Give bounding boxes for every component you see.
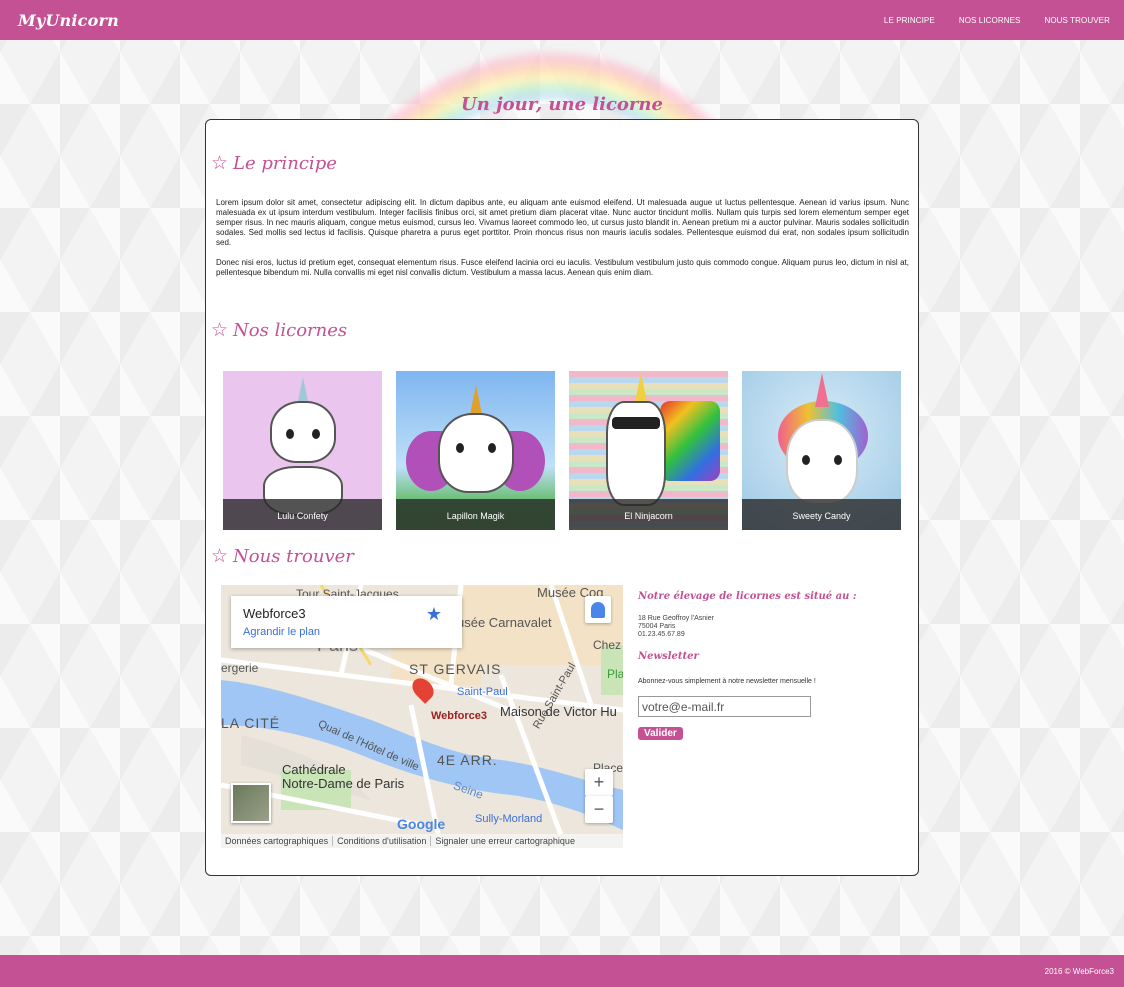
street-view-pegman-icon[interactable] (585, 596, 611, 623)
unicorn-name: Lulu Confety (223, 499, 382, 530)
address-block: 18 Rue Geoffroy l'Asnier 75004 Paris 01.… (638, 615, 714, 638)
copyright-text: 2016 © WebForce3 (1044, 966, 1114, 976)
brand-logo[interactable]: MyUnicorn (18, 11, 119, 30)
star-icon: ☆ (211, 319, 229, 341)
map-label: 4E ARR. (437, 752, 498, 768)
nav-link-principe[interactable]: LE PRINCIPE (884, 16, 935, 25)
zoom-out-button[interactable]: − (585, 796, 613, 823)
map-label: Sully-Morland (475, 813, 543, 825)
enlarge-map-link[interactable]: Agrandir le plan (243, 626, 320, 638)
zoom-in-button[interactable]: + (585, 769, 613, 796)
location-heading: Notre élevage de licornes est situé au : (638, 591, 857, 602)
map-data-link[interactable]: Données cartographiques (221, 836, 334, 846)
contact-panel: Notre élevage de licornes est situé au :… (638, 591, 908, 740)
map-label: Chez (593, 638, 622, 652)
map-label: Notre-Dame de Paris (282, 776, 405, 791)
map-label: Saint-Paul (457, 686, 508, 698)
map-label: Maison de Victor Hu (500, 704, 617, 719)
map-footer: Données cartographiques Conditions d'uti… (221, 834, 623, 848)
principe-paragraph-1: Lorem ipsum dolor sit amet, consectetur … (216, 198, 909, 247)
unicorn-card[interactable]: Sweety Candy (742, 371, 901, 530)
map-report-link[interactable]: Signaler une erreur cartographique (431, 836, 579, 846)
principe-paragraph-2: Donec nisi eros, luctus id pretium eget,… (216, 258, 909, 277)
map-label: LA CITÉ (221, 715, 281, 731)
unicorn-name: Lapillon Magik (396, 499, 555, 530)
place-name: Webforce3 (243, 606, 306, 621)
map-terms-link[interactable]: Conditions d'utilisation (333, 836, 432, 846)
newsletter-heading: Newsletter (638, 651, 699, 662)
star-icon: ☆ (211, 545, 229, 567)
content-card: ☆ Le principe Lorem ipsum dolor sit amet… (205, 119, 919, 876)
google-logo: Google (397, 816, 446, 832)
section-title-principe: ☆ Le principe (211, 152, 337, 174)
unicorn-card[interactable]: Lapillon Magik (396, 371, 555, 530)
email-field[interactable] (638, 696, 811, 717)
save-star-icon[interactable]: ★ (426, 604, 442, 625)
page-footer: 2016 © WebForce3 (0, 955, 1124, 987)
nav-link-trouver[interactable]: NOUS TROUVER (1044, 16, 1110, 25)
section-title-licornes: ☆ Nos licornes (211, 319, 348, 341)
top-navbar: MyUnicorn LE PRINCIPE NOS LICORNES NOUS … (0, 0, 1124, 40)
map-label: usée Carnavalet (457, 615, 552, 630)
unicorn-name: El Ninjacorn (569, 499, 728, 530)
unicorn-card[interactable]: Lulu Confety (223, 371, 382, 530)
main-nav: LE PRINCIPE NOS LICORNES NOUS TROUVER (860, 16, 1110, 25)
unicorn-name: Sweety Candy (742, 499, 901, 530)
map-label: Cathédrale (282, 762, 346, 777)
map-label: ST GERVAIS (409, 661, 502, 677)
unicorn-card[interactable]: El Ninjacorn (569, 371, 728, 530)
google-map[interactable]: Musée Cog Tour Saint-Jacques usée Carnav… (221, 585, 623, 848)
unicorn-gallery: Lulu Confety Lapillon Magik El Ninjacorn… (223, 371, 915, 530)
submit-button[interactable]: Valider (638, 727, 683, 740)
nav-link-licornes[interactable]: NOS LICORNES (959, 16, 1021, 25)
satellite-toggle[interactable] (231, 783, 271, 823)
star-icon: ☆ (211, 152, 229, 174)
map-label: ergerie (221, 661, 259, 675)
map-info-box: Webforce3 Agrandir le plan ★ (231, 596, 462, 648)
hero-title: Un jour, une licorne (461, 94, 663, 115)
newsletter-description: Abonnez-vous simplement à notre newslett… (638, 678, 816, 685)
section-title-trouver: ☆ Nous trouver (211, 545, 354, 567)
map-label: Pla (607, 667, 623, 681)
map-pin-label: Webforce3 (431, 710, 488, 722)
